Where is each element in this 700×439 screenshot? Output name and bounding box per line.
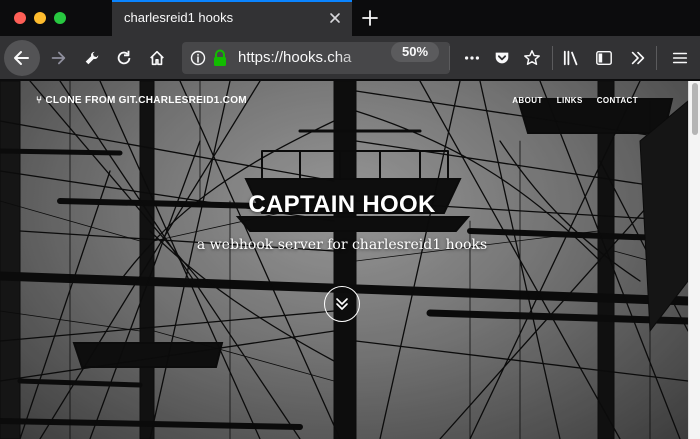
- lock-icon[interactable]: [212, 49, 228, 67]
- toolbar-separator: [449, 46, 450, 70]
- browser-tab[interactable]: charlesreid1 hooks: [112, 0, 352, 36]
- scroll-down-button[interactable]: [324, 286, 360, 322]
- new-tab-icon[interactable]: [360, 8, 380, 28]
- window-close-button[interactable]: [14, 12, 26, 24]
- ellipsis-icon: [464, 56, 480, 60]
- title-bar: charlesreid1 hooks: [0, 0, 700, 36]
- zoom-level-button[interactable]: 50%: [391, 42, 439, 62]
- reload-icon: [117, 50, 131, 65]
- hero-subtitle: a webhook server for charlesreid1 hooks: [196, 237, 488, 253]
- overflow-menu-button[interactable]: [622, 42, 654, 74]
- tab-active-indicator: [112, 0, 352, 2]
- pocket-icon: [495, 52, 509, 64]
- site-navbar: ⑂ CLONE FROM GIT.CHARLESREID1.COM ABOUT …: [0, 95, 688, 111]
- home-icon: [150, 50, 164, 66]
- arrow-left-icon: [14, 51, 29, 65]
- arrow-right-icon: [51, 51, 66, 65]
- scrollbar-thumb[interactable]: [692, 83, 698, 135]
- star-icon: [524, 50, 540, 66]
- app-menu-button[interactable]: [664, 42, 696, 74]
- nav-link-contact[interactable]: CONTACT: [597, 96, 638, 105]
- page-actions-button[interactable]: [456, 42, 488, 74]
- reload-button[interactable]: [108, 42, 140, 74]
- window-minimize-button[interactable]: [34, 12, 46, 24]
- back-button[interactable]: [4, 40, 40, 76]
- nav-link-links[interactable]: LINKS: [557, 96, 583, 105]
- double-chevron-right-icon: [631, 51, 645, 65]
- toolbar-separator: [656, 46, 657, 70]
- home-button[interactable]: [141, 42, 173, 74]
- hero-overlay: [0, 81, 688, 439]
- sidebar-button[interactable]: [588, 42, 620, 74]
- forward-button[interactable]: [42, 42, 74, 74]
- page-viewport: ⑂ CLONE FROM GIT.CHARLESREID1.COM ABOUT …: [0, 81, 700, 439]
- bookmark-button[interactable]: [516, 42, 548, 74]
- wrench-icon: [85, 51, 99, 65]
- info-icon[interactable]: [190, 50, 206, 66]
- hamburger-menu-icon: [672, 52, 688, 64]
- tab-close-icon[interactable]: [326, 9, 344, 27]
- toolbar-separator: [552, 46, 553, 70]
- nav-link-about[interactable]: ABOUT: [512, 96, 542, 105]
- double-chevron-down-icon: [336, 298, 348, 310]
- customize-button[interactable]: [76, 42, 108, 74]
- library-icon: [563, 50, 578, 66]
- page-scrollbar[interactable]: [688, 81, 700, 439]
- library-button[interactable]: [556, 42, 588, 74]
- hero-title: CAPTAIN HOOK: [248, 191, 436, 218]
- url-fade: [332, 42, 392, 74]
- site-brand-link[interactable]: ⑂ CLONE FROM GIT.CHARLESREID1.COM: [36, 95, 247, 106]
- navigation-toolbar: https://hooks.cha 50%: [0, 36, 700, 80]
- pocket-button[interactable]: [486, 42, 518, 74]
- tab-title: charlesreid1 hooks: [124, 10, 234, 25]
- window-maximize-button[interactable]: [54, 12, 66, 24]
- site-nav-links: ABOUT LINKS CONTACT: [512, 96, 638, 105]
- sidebar-icon: [596, 50, 612, 66]
